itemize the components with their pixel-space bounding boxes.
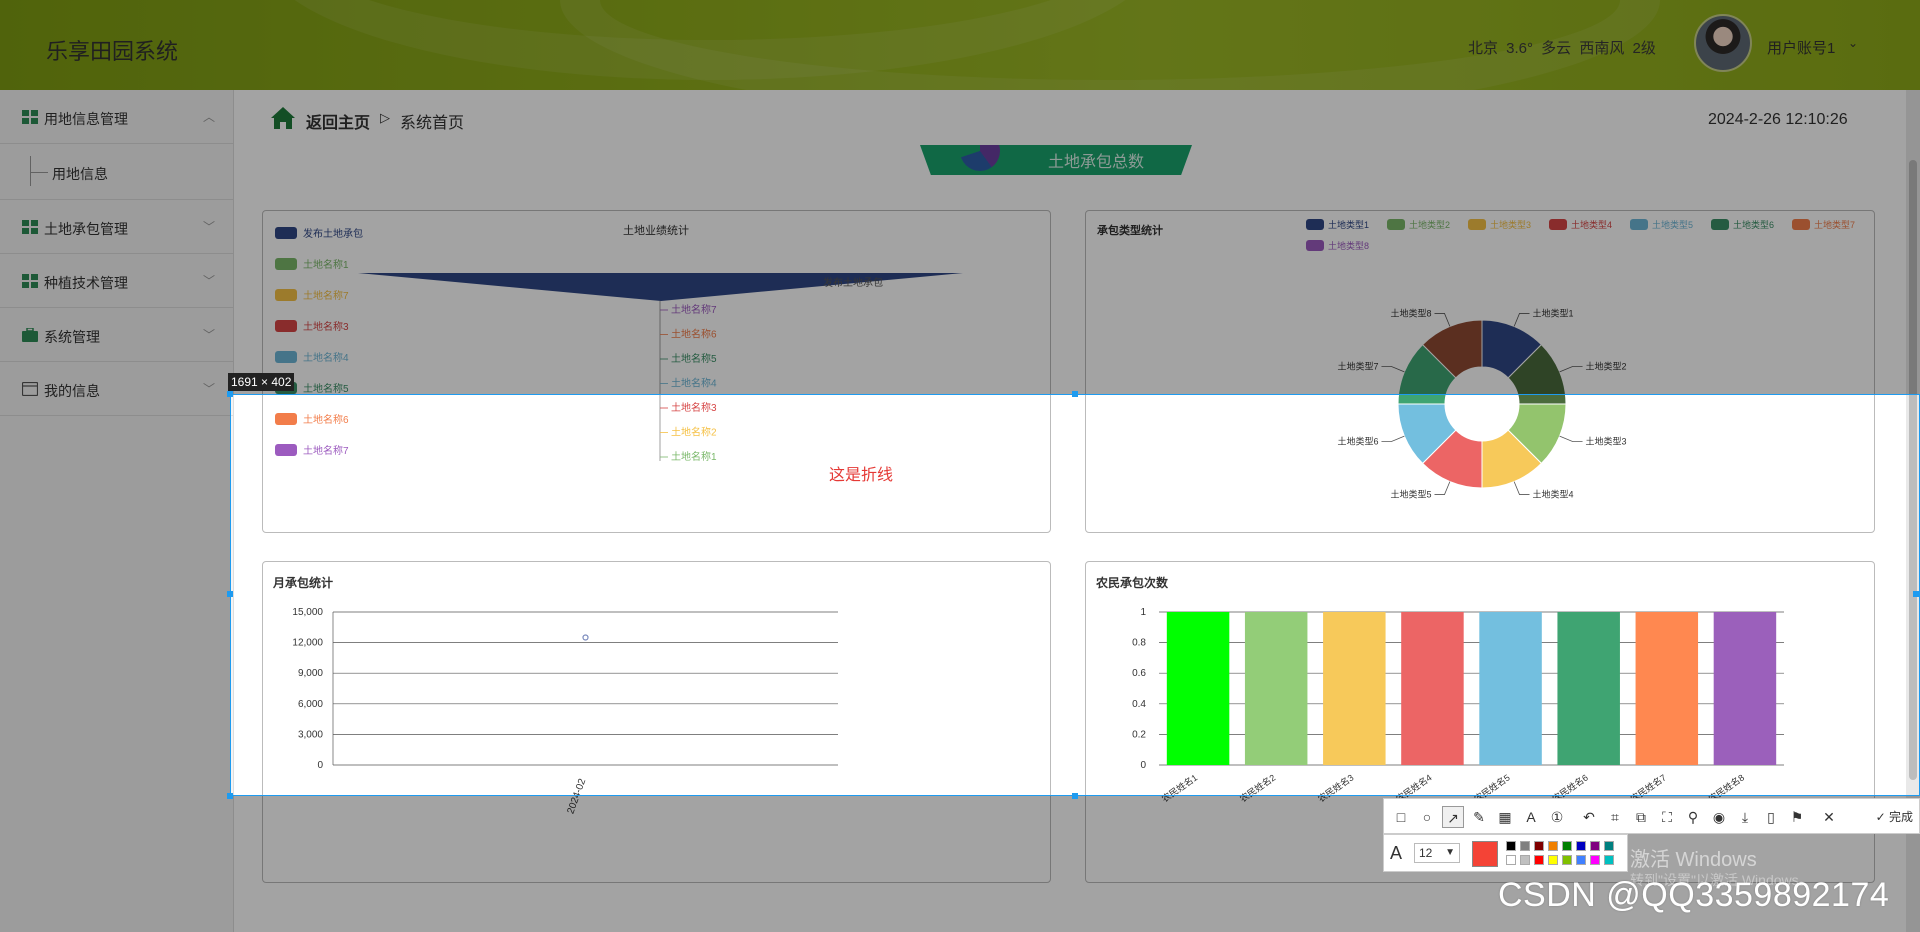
selection-handle[interactable] (1913, 591, 1919, 597)
color-swatch[interactable] (1548, 855, 1558, 865)
capture-dim-left (0, 394, 230, 796)
done-label: 完成 (1888, 810, 1913, 824)
color-swatch[interactable] (1506, 855, 1516, 865)
color-swatch[interactable] (1590, 841, 1600, 851)
style-palette: A 12 ▼ (1383, 834, 1628, 872)
color-swatch[interactable] (1520, 855, 1530, 865)
capture-dim-top (0, 0, 1920, 394)
rectangle-tool-icon[interactable]: □ (1390, 806, 1412, 828)
capture-toolbar: □ ○ ↗ ✎ ▦ A ① ↶ ⌗ ⧉ ⛶ ⚲ ◉ ⤓ ▯ ⚑ ✕ ✓ 完成 (1383, 798, 1920, 834)
bookmark-icon[interactable]: ⚑ (1786, 806, 1808, 828)
selection-handle[interactable] (227, 391, 233, 397)
selection-handle[interactable] (227, 793, 233, 799)
download-icon[interactable]: ⤓ (1734, 806, 1756, 828)
windows-activation-notice: 激活 Windows (1630, 849, 1757, 871)
scan-icon[interactable]: ⛶ (1656, 806, 1678, 828)
color-swatch[interactable] (1534, 841, 1544, 851)
color-swatch[interactable] (1576, 841, 1586, 851)
arrow-tool-icon[interactable]: ↗ (1442, 806, 1464, 828)
pen-tool-icon[interactable]: ✎ (1468, 806, 1490, 828)
annotation-text[interactable]: 这是折线 (829, 461, 893, 485)
color-swatch[interactable] (1576, 855, 1586, 865)
color-swatch[interactable] (1562, 841, 1572, 851)
ellipse-tool-icon[interactable]: ○ (1416, 806, 1438, 828)
color-swatch[interactable] (1520, 841, 1530, 851)
color-swatch[interactable] (1534, 855, 1544, 865)
csdn-watermark: CSDN @QQ3359892174 (1498, 876, 1890, 914)
capture-selection[interactable] (230, 394, 1920, 796)
color-swatch[interactable] (1548, 841, 1558, 851)
font-size-icon: A (1390, 843, 1403, 863)
pin-icon[interactable]: ⚲ (1682, 806, 1704, 828)
close-icon[interactable]: ✕ (1818, 806, 1840, 828)
check-icon: ✓ (1875, 810, 1889, 824)
ocr-icon[interactable]: ⧉ (1630, 806, 1652, 828)
selection-size-tip: 1691 × 402 (228, 373, 295, 391)
selection-handle[interactable] (227, 591, 233, 597)
color-swatch[interactable] (1604, 855, 1614, 865)
color-swatch[interactable] (1590, 855, 1600, 865)
color-swatch[interactable] (1604, 841, 1614, 851)
color-swatch[interactable] (1506, 841, 1516, 851)
selection-handle[interactable] (1072, 391, 1078, 397)
phone-icon[interactable]: ▯ (1760, 806, 1782, 828)
done-button[interactable]: ✓ 完成 (1876, 806, 1913, 828)
current-color-swatch[interactable] (1472, 841, 1498, 867)
font-size-select[interactable]: 12 ▼ (1414, 843, 1460, 863)
undo-icon[interactable]: ↶ (1578, 806, 1600, 828)
number-tool-icon[interactable]: ① (1546, 806, 1568, 828)
text-tool-icon[interactable]: A (1520, 806, 1542, 828)
chevron-down-icon: ▼ (1445, 847, 1455, 858)
mosaic-tool-icon[interactable]: ▦ (1494, 806, 1516, 828)
selection-handle[interactable] (1072, 793, 1078, 799)
record-icon[interactable]: ◉ (1708, 806, 1730, 828)
color-swatch[interactable] (1562, 855, 1572, 865)
crop-icon[interactable]: ⌗ (1604, 806, 1626, 828)
